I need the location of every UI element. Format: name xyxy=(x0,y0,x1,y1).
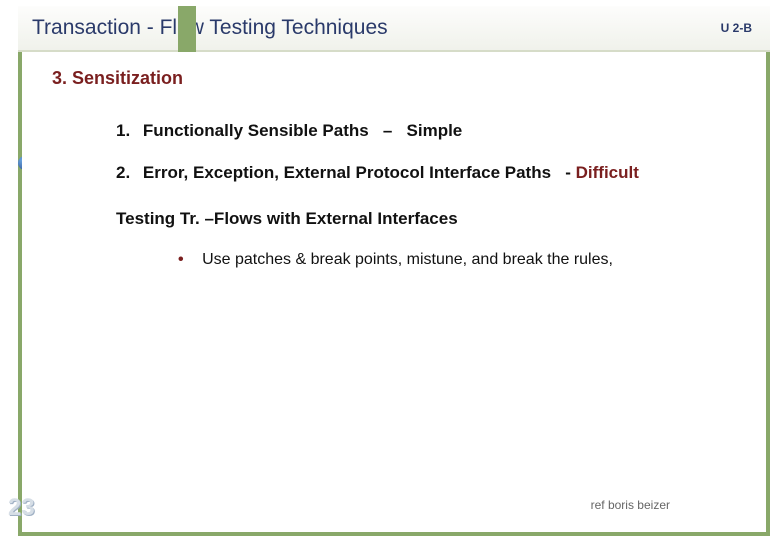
slide-title: Transaction - Flow Testing Techniques xyxy=(32,16,388,40)
item-sep: – xyxy=(383,121,392,140)
slide: Transaction - Flow Testing Techniques U … xyxy=(0,0,780,540)
bullet-text: Use patches & break points, mistune, and… xyxy=(202,251,613,268)
item-number: 2. xyxy=(116,163,130,182)
reference-text: ref boris beizer xyxy=(591,498,670,512)
item-sep: - xyxy=(565,163,571,182)
section-title: Sensitization xyxy=(72,68,183,88)
title-bar: Transaction - Flow Testing Techniques U … xyxy=(18,6,770,52)
item-note: Difficult xyxy=(576,163,639,182)
bullet-icon: • xyxy=(178,251,184,268)
section-number: 3. xyxy=(52,68,67,88)
list-item: 2. Error, Exception, External Protocol I… xyxy=(116,163,740,183)
item-text: Error, Exception, External Protocol Inte… xyxy=(143,163,551,182)
content-area: 3. Sensitization 1. Functionally Sensibl… xyxy=(22,52,766,532)
subheading: Testing Tr. –Flows with External Interfa… xyxy=(116,209,740,229)
item-text: Functionally Sensible Paths xyxy=(143,121,369,140)
section-heading: 3. Sensitization xyxy=(52,68,740,89)
list-item: 1. Functionally Sensible Paths – Simple xyxy=(116,121,740,141)
bullet-item: • Use patches & break points, mistune, a… xyxy=(178,251,740,269)
item-note: Simple xyxy=(407,121,463,140)
unit-tag: U 2-B xyxy=(721,21,752,35)
item-number: 1. xyxy=(116,121,130,140)
slide-number: 23 xyxy=(8,494,35,522)
